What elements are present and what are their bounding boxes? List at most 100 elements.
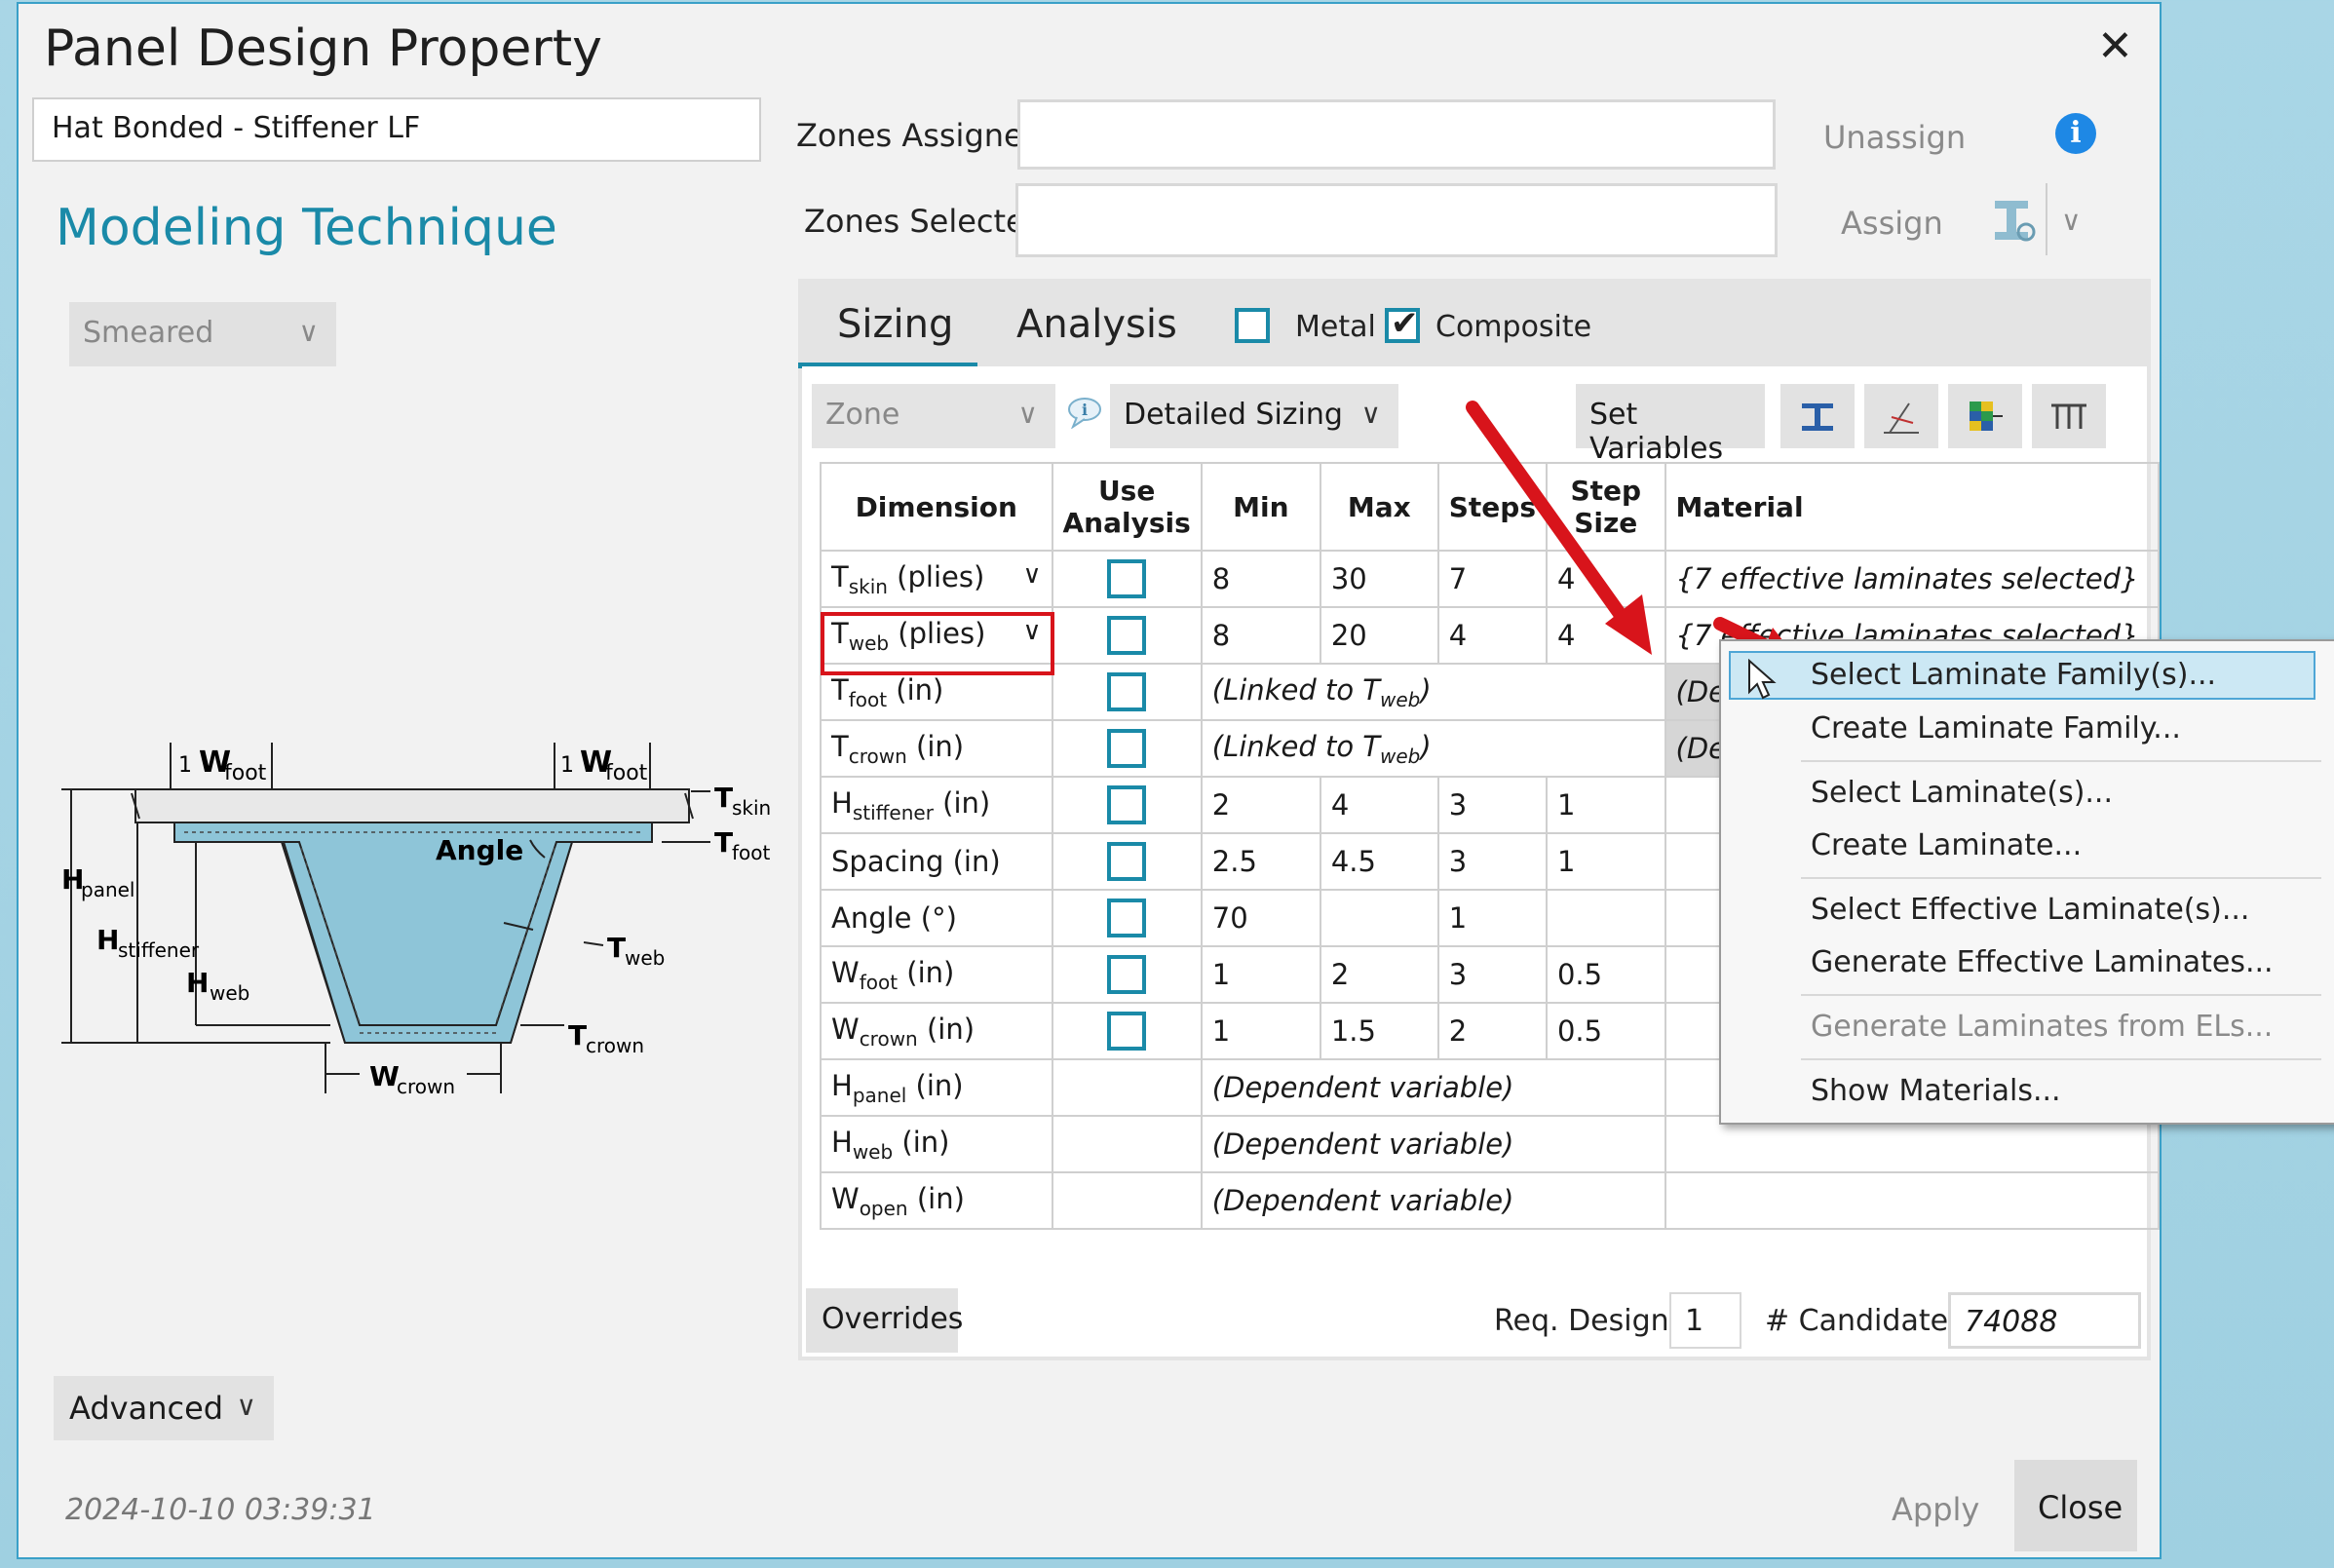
use-analysis-checkbox[interactable] (1107, 842, 1147, 881)
menu-item-select-effective-laminate[interactable]: Select Effective Laminate(s)... (1811, 893, 2249, 927)
use-analysis-checkbox[interactable] (1107, 1012, 1147, 1051)
max-cell[interactable]: 30 (1319, 550, 1439, 608)
dependent-cell: (Dependent variable) (1200, 1115, 1666, 1173)
step-size-cell[interactable]: 0.5 (1545, 945, 1666, 1004)
steps-cell[interactable]: 3 (1436, 832, 1548, 891)
svg-text:web: web (625, 946, 665, 970)
candidates-field: 74088 (1948, 1292, 2141, 1349)
mouse-cursor-icon (1748, 659, 1777, 700)
composite-checkbox[interactable] (1385, 304, 1420, 343)
min-cell[interactable]: 70 (1200, 889, 1321, 947)
min-cell[interactable]: 2 (1200, 776, 1321, 834)
tweb-highlight-box (821, 612, 1054, 675)
step-size-cell[interactable]: 0.5 (1545, 1002, 1666, 1060)
steps-cell[interactable]: 2 (1436, 1002, 1548, 1060)
advanced-label: Advanced (69, 1390, 224, 1427)
use-analysis-cell (1051, 1002, 1203, 1060)
max-cell[interactable]: 20 (1319, 606, 1439, 665)
apply-button[interactable]: Apply (1892, 1491, 1979, 1528)
zone-select-label: Zone (825, 398, 900, 432)
min-cell[interactable]: 1 (1200, 945, 1321, 1004)
svg-text:T: T (714, 782, 733, 814)
close-button[interactable]: Close (2014, 1460, 2137, 1551)
dependent-cell: (Dependent variable) (1200, 1171, 1666, 1230)
info-icon[interactable]: i (2055, 113, 2096, 154)
use-analysis-checkbox[interactable] (1107, 899, 1147, 937)
use-analysis-cell (1051, 550, 1203, 608)
zone-select[interactable]: Zone ∨ (812, 384, 1055, 448)
steps-cell[interactable]: 3 (1436, 776, 1548, 834)
skin-plate (134, 788, 690, 823)
layup-tool-button[interactable] (1948, 384, 2022, 448)
unassign-button[interactable]: Unassign (1823, 119, 1966, 156)
max-cell[interactable]: 2 (1319, 945, 1439, 1004)
steps-cell[interactable]: 1 (1436, 889, 1548, 947)
use-analysis-checkbox[interactable] (1107, 955, 1147, 994)
sizing-mode-select[interactable]: Detailed Sizing ∨ (1110, 384, 1398, 448)
max-cell[interactable]: 1.5 (1319, 1002, 1439, 1060)
chevron-down-icon: ∨ (298, 316, 320, 348)
use-analysis-cell (1051, 889, 1203, 947)
menu-item-generate-effective-laminates[interactable]: Generate Effective Laminates... (1811, 945, 2274, 979)
dependent-cell: (Dependent variable) (1200, 1058, 1666, 1117)
tab-sizing[interactable]: Sizing (837, 302, 953, 347)
chevron-down-icon: ∨ (1360, 398, 1382, 430)
chevron-down-icon[interactable]: ∨ (1022, 560, 1041, 590)
sizing-mode-value: Detailed Sizing (1124, 398, 1343, 432)
use-analysis-checkbox[interactable] (1107, 785, 1147, 824)
tab-analysis[interactable]: Analysis (1016, 302, 1177, 347)
overrides-button[interactable]: Overrides (806, 1288, 963, 1353)
svg-text:1: 1 (560, 753, 574, 778)
speech-info-icon[interactable]: i (1065, 396, 1104, 429)
svg-text:Angle: Angle (436, 834, 523, 866)
columns-tool-button[interactable] (2032, 384, 2106, 448)
candidates-label: # Candidates (1765, 1304, 1964, 1338)
menu-item-create-laminate-family[interactable]: Create Laminate Family... (1811, 711, 2181, 746)
step-size-cell[interactable]: 1 (1545, 776, 1666, 834)
minmax-tool-button[interactable] (1864, 384, 1938, 448)
use-analysis-checkbox[interactable] (1107, 616, 1147, 655)
advanced-dropdown[interactable]: Advanced ∨ (54, 1376, 274, 1440)
menu-item-create-laminate[interactable]: Create Laminate... (1811, 828, 2082, 862)
max-cell[interactable] (1319, 889, 1439, 947)
use-analysis-checkbox[interactable] (1107, 559, 1147, 598)
max-cell[interactable]: 4.5 (1319, 832, 1439, 891)
steps-cell[interactable]: 3 (1436, 945, 1548, 1004)
menu-item-select-laminate[interactable]: Select Laminate(s)... (1811, 776, 2113, 810)
max-cell[interactable]: 4 (1319, 776, 1439, 834)
step-size-cell[interactable] (1545, 889, 1666, 947)
use-analysis-cell (1051, 1115, 1203, 1173)
min-cell[interactable]: 8 (1200, 606, 1321, 665)
zones-selected-field[interactable] (1015, 183, 1778, 257)
technique-select[interactable]: Smeared ∨ (69, 302, 336, 366)
technique-value: Smeared (83, 316, 214, 350)
chevron-down-icon[interactable]: ∨ (2061, 205, 2082, 237)
svg-text:stiffener: stiffener (118, 938, 200, 962)
min-cell[interactable]: 2.5 (1200, 832, 1321, 891)
close-icon[interactable]: ✕ (2097, 21, 2133, 71)
svg-text:T: T (568, 1019, 587, 1052)
min-cell[interactable]: 1 (1200, 1002, 1321, 1060)
svg-text:T: T (714, 826, 733, 859)
col-min: Min (1200, 462, 1321, 552)
menu-item-show-materials[interactable]: Show Materials... (1811, 1074, 2061, 1108)
use-analysis-cell (1051, 719, 1203, 778)
metal-checkbox[interactable] (1235, 308, 1270, 343)
dimension-cell: Angle (°) (820, 889, 1053, 947)
menu-item-select-laminate-family[interactable]: Select Laminate Family(s)... (1729, 651, 2315, 700)
svg-text:T: T (607, 932, 626, 964)
use-analysis-checkbox[interactable] (1107, 672, 1147, 711)
dimension-cell: Spacing (in) (820, 832, 1053, 891)
dimension-cell: Hstiffener (in) (820, 776, 1053, 834)
use-analysis-checkbox[interactable] (1107, 729, 1147, 768)
step-size-cell[interactable]: 1 (1545, 832, 1666, 891)
svg-text:crown: crown (586, 1034, 644, 1057)
beam-tool-icon[interactable] (1991, 197, 2036, 244)
min-cell[interactable]: 8 (1200, 550, 1321, 608)
use-analysis-cell (1051, 1171, 1203, 1230)
assign-button[interactable]: Assign (1841, 205, 1943, 242)
req-designs-input[interactable]: 1 (1669, 1292, 1741, 1349)
zones-assigned-field[interactable] (1017, 99, 1776, 170)
minmax-icon (1884, 402, 1919, 434)
property-name-input[interactable]: Hat Bonded - Stiffener LF (32, 97, 761, 162)
